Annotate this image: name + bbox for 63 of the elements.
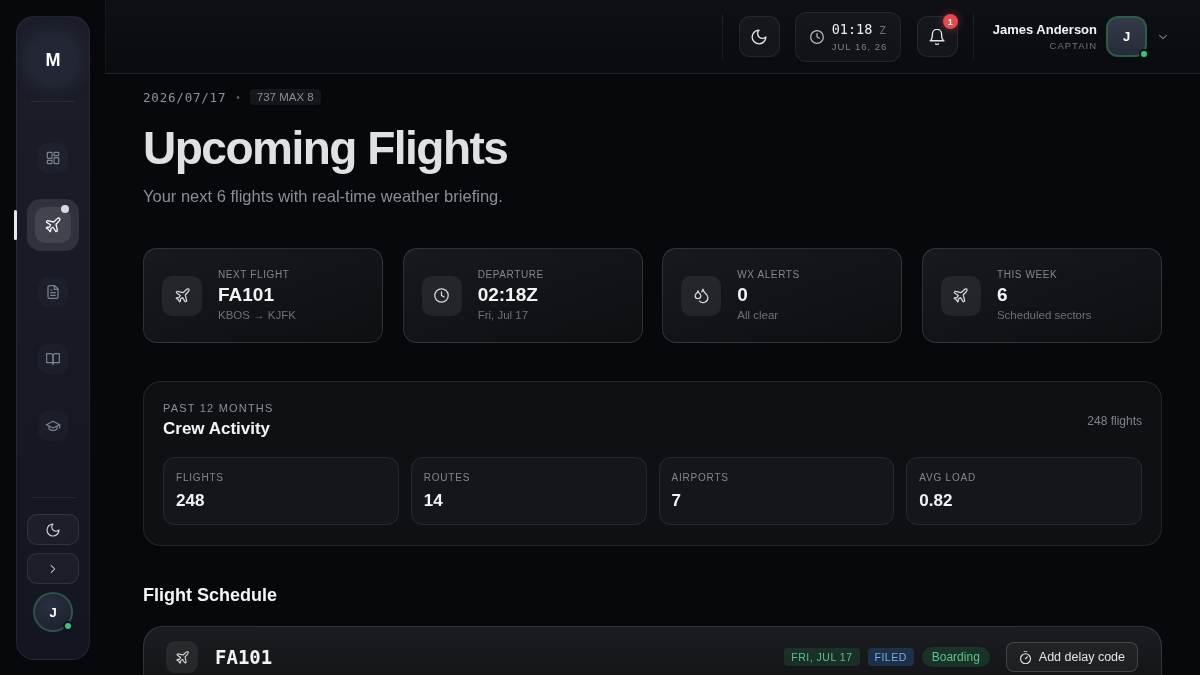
stat-value: FA101	[218, 283, 274, 307]
metric-value: 0.82	[919, 490, 953, 512]
clock-icon	[421, 275, 462, 316]
metric-label: AIRPORTS	[671, 471, 729, 484]
section-title: Flight Schedule	[143, 584, 277, 606]
plane-icon	[166, 641, 198, 673]
timer-icon	[1018, 650, 1032, 664]
app-logo: M	[31, 38, 75, 82]
stat-label: THIS WEEK	[996, 268, 1058, 281]
active-indicator	[14, 210, 17, 240]
metric-value: 248	[176, 490, 205, 512]
bell-icon	[929, 28, 946, 45]
filing-status-tag: FILED	[867, 648, 914, 666]
metric-label: AVG LOAD	[919, 471, 977, 484]
date-text: JUL 16, 26	[831, 40, 888, 53]
theme-toggle-button[interactable]	[738, 16, 780, 57]
plane-icon	[940, 275, 981, 316]
droplets-icon	[681, 275, 722, 316]
book-icon	[38, 344, 68, 374]
stat-label: DEPARTURE	[477, 268, 544, 281]
flight-total: 248 flights	[1087, 413, 1142, 428]
user-avatar[interactable]: J	[33, 592, 73, 632]
graduation-cap-icon	[38, 411, 68, 441]
stat-detail: KBOS → KJFK	[218, 308, 296, 323]
aircraft-tag: 737 MAX 8	[249, 89, 321, 105]
grid-icon	[38, 143, 68, 173]
stat-label: WX ALERTS	[737, 268, 800, 281]
status-pill: Boarding	[921, 647, 990, 667]
metric-value: 14	[423, 490, 443, 512]
notification-count: 1	[942, 14, 958, 29]
notifications-button[interactable]: 1	[916, 16, 958, 57]
section-eyebrow: PAST 12 MONTHS	[163, 401, 274, 415]
page-subtitle: Your next 6 flights with real-time weather briefing.	[143, 186, 503, 206]
page-title: Upcoming Flights	[143, 123, 508, 174]
user-avatar[interactable]: J	[1106, 16, 1147, 57]
stat-value: 6	[996, 283, 1008, 307]
time-zone-text: Z	[879, 22, 886, 39]
date-text: 2026/07/17	[143, 89, 227, 105]
document-icon	[38, 277, 68, 307]
separator-text: •	[236, 91, 240, 103]
stat-detail: Fri, Jul 17	[477, 308, 529, 323]
add-delay-code-button[interactable]: Add delay code	[1005, 642, 1138, 672]
metric-label: ROUTES	[423, 471, 471, 484]
metric-value: 7	[671, 490, 681, 512]
clock-icon	[809, 29, 824, 44]
stat-value: 0	[737, 283, 748, 307]
user-role: CAPTAIN	[1049, 39, 1097, 52]
section-title: Crew Activity	[163, 418, 271, 440]
moon-icon	[751, 28, 768, 45]
stat-value: 02:18Z	[477, 283, 538, 307]
plane-icon	[162, 275, 202, 316]
metric-label: FLIGHTS	[176, 471, 224, 484]
theme-toggle-button[interactable]	[27, 514, 79, 545]
flight-code: FA101	[215, 645, 273, 669]
flight-card[interactable]: FA101 FRI, JUL 17 FILED Boarding Add delay code	[143, 626, 1162, 675]
date-tag: FRI, JUL 17	[784, 648, 860, 666]
stat-label: NEXT FLIGHT	[218, 268, 290, 281]
stat-detail: Scheduled sectors	[996, 308, 1092, 323]
moon-icon	[46, 522, 60, 537]
stat-detail: All clear	[737, 308, 779, 323]
time-text: 01:18	[831, 20, 873, 38]
user-name: James Anderson	[992, 21, 1097, 38]
plane-icon	[35, 207, 71, 243]
